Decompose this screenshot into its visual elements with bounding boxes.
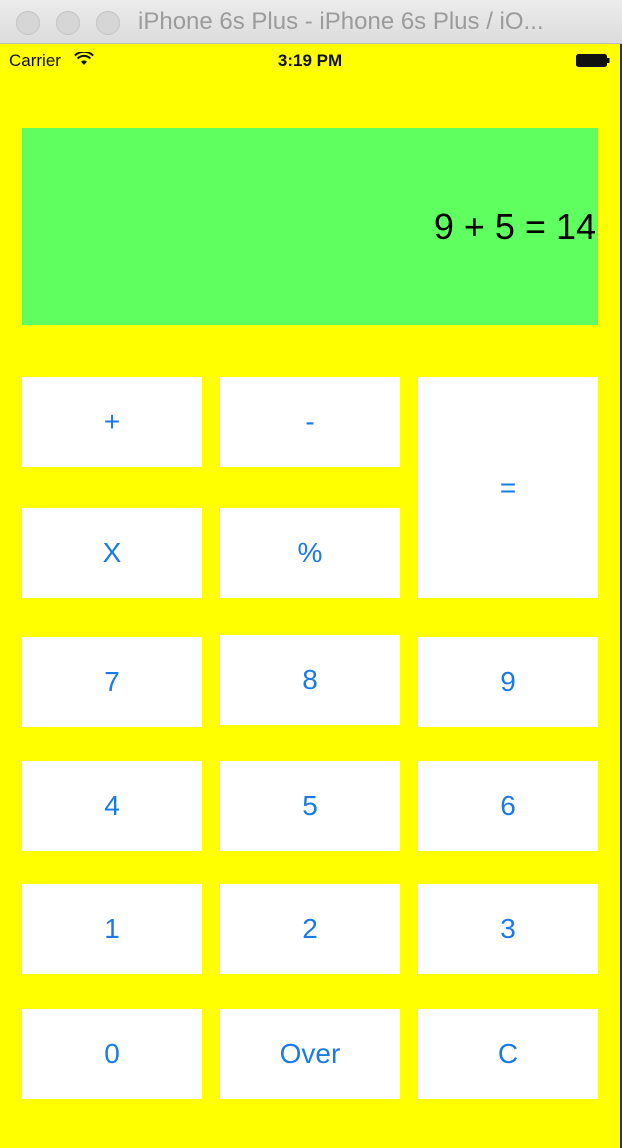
over-button[interactable]: Over [220, 1009, 400, 1099]
digit-7-button[interactable]: 7 [22, 637, 202, 727]
digit-6-button[interactable]: 6 [418, 761, 598, 851]
digit-2-button[interactable]: 2 [220, 884, 400, 974]
digit-9-button[interactable]: 9 [418, 637, 598, 727]
percent-button[interactable]: % [220, 508, 400, 598]
close-window-button[interactable] [16, 11, 40, 35]
digit-3-button[interactable]: 3 [418, 884, 598, 974]
plus-button[interactable]: + [22, 377, 202, 467]
multiply-button[interactable]: X [22, 508, 202, 598]
status-time: 3:19 PM [277, 51, 343, 70]
equals-button[interactable]: = [418, 377, 598, 598]
minus-button[interactable]: - [220, 377, 400, 467]
status-bar: Carrier 3:19 PM [0, 44, 620, 76]
digit-4-button[interactable]: 4 [22, 761, 202, 851]
clear-button[interactable]: C [418, 1009, 598, 1099]
digit-5-button[interactable]: 5 [220, 761, 400, 851]
battery-icon [576, 54, 610, 67]
zoom-window-button[interactable] [96, 11, 120, 35]
simulator-screen: Carrier 3:19 PM 9 + 5 = 14 + - = X % 7 8… [0, 44, 622, 1148]
minimize-window-button[interactable] [56, 11, 80, 35]
display-result: 9 + 5 = 14 [433, 206, 596, 247]
digit-8-button[interactable]: 8 [220, 635, 400, 725]
window-titlebar: iPhone 6s Plus - iPhone 6s Plus / iO... [0, 0, 622, 44]
digit-0-button[interactable]: 0 [22, 1009, 202, 1099]
window-title: iPhone 6s Plus - iPhone 6s Plus / iO... [138, 8, 544, 35]
digit-1-button[interactable]: 1 [22, 884, 202, 974]
calculator-display: 9 + 5 = 14 [22, 128, 598, 325]
